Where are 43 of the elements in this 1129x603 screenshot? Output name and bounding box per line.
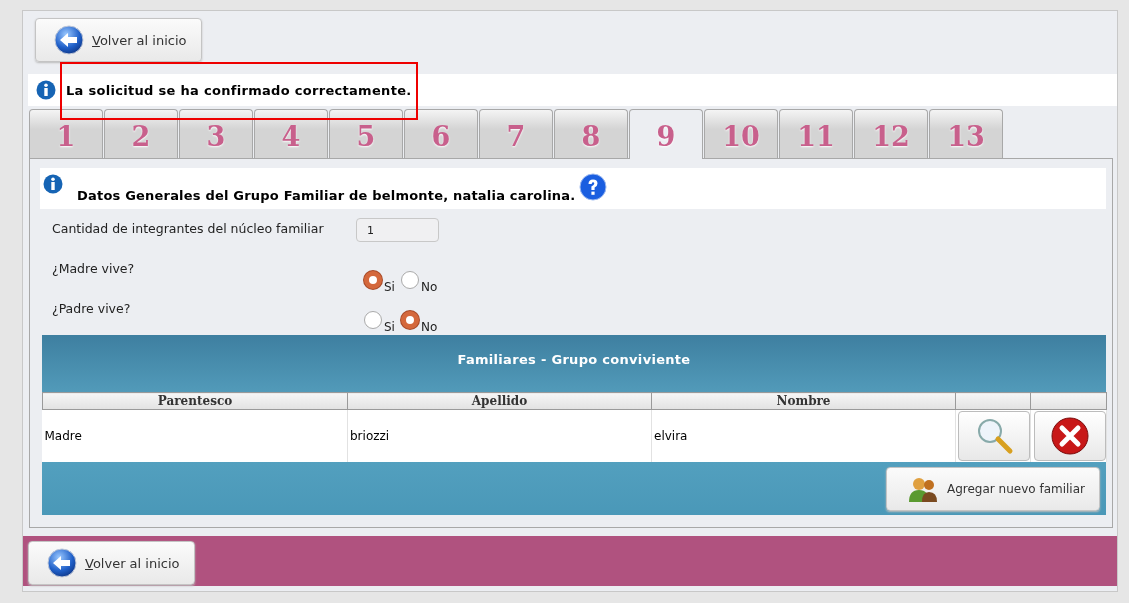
field-label: Cantidad de integrantes del núcleo familiar (52, 220, 325, 238)
radio-label: No (420, 280, 438, 294)
info-icon (43, 174, 63, 194)
table-cell: Madre (42, 409, 348, 462)
step-tab[interactable]: 11 (779, 109, 853, 158)
help-icon[interactable] (579, 173, 608, 201)
radio-label: Si (384, 280, 395, 294)
question-label: ¿Madre vive? (52, 260, 136, 278)
panel-title: Familiares - Grupo conviviente (457, 352, 691, 367)
table-cell: briozzi (347, 409, 652, 462)
radio-label: No (420, 320, 438, 334)
column-header: Parentesco (42, 392, 348, 410)
people-icon (907, 475, 939, 503)
info-icon (36, 80, 56, 100)
step-tab[interactable]: 12 (854, 109, 928, 158)
radio-label: Si (384, 320, 395, 334)
column-header: Apellido (347, 392, 652, 410)
step-tab[interactable]: 3 (179, 109, 253, 158)
step-tab[interactable]: 7 (479, 109, 553, 158)
step-tab[interactable]: 2 (104, 109, 178, 158)
step-tab[interactable]: 6 (404, 109, 478, 158)
members-count-field[interactable]: 1 (356, 218, 439, 242)
step-tab[interactable]: 5 (329, 109, 403, 158)
step-tab[interactable]: 9 (629, 109, 703, 159)
section-title: Datos Generales del Grupo Familiar de belmonte, natalia carolina. (77, 188, 576, 203)
step-tab[interactable]: 13 (929, 109, 1003, 158)
radio-button[interactable] (364, 311, 382, 329)
radio-button[interactable] (400, 311, 419, 329)
radio-button[interactable] (400, 271, 419, 289)
step-tab[interactable]: 10 (704, 109, 778, 158)
step-tab[interactable]: 1 (29, 109, 103, 158)
success-message: La solicitud se ha confirmado correctamente. (66, 82, 412, 98)
step-tab[interactable]: 4 (254, 109, 328, 158)
delete-button[interactable] (1033, 411, 1106, 461)
back-button[interactable]: Volver al inicio (28, 541, 195, 585)
back-button[interactable]: Volver al inicio (35, 18, 202, 62)
question-label: ¿Padre vive? (52, 300, 132, 318)
step-tab[interactable]: 8 (554, 109, 628, 158)
column-header: Nombre (651, 392, 956, 410)
table-cell: elvira (651, 409, 956, 462)
radio-button[interactable] (364, 271, 382, 289)
delete-icon (1048, 415, 1091, 457)
add-family-member-button[interactable]: Agregar nuevo familiar (886, 467, 1100, 511)
